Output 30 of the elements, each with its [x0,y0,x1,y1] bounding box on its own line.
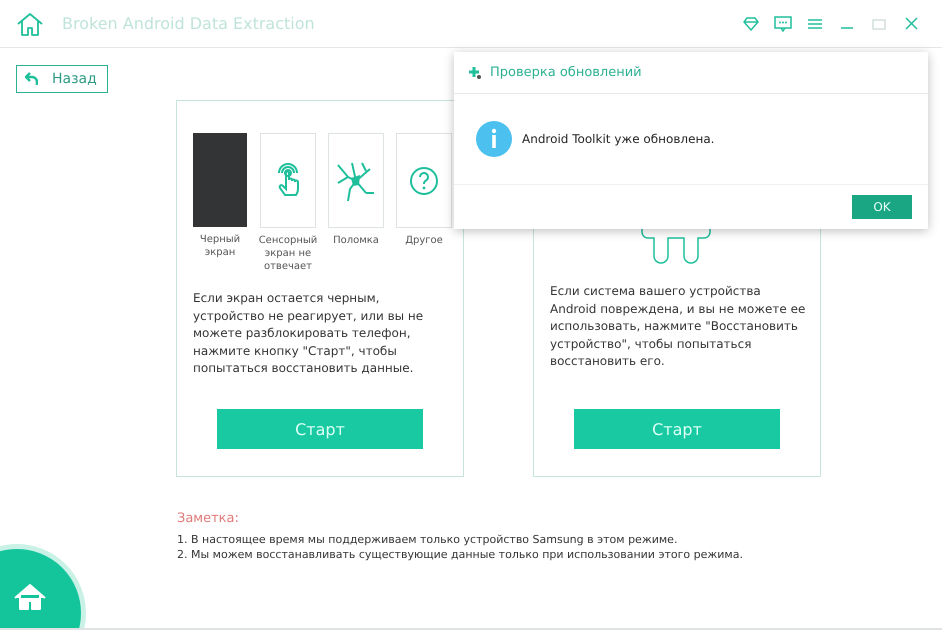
home-icon [13,583,47,611]
window-title: Broken Android Data Extraction [62,14,316,33]
issue-label: Черный экран [198,233,242,259]
dialog-message: Android Toolkit уже обновлена. [522,132,714,146]
info-icon [476,121,512,157]
description-text: Если система вашего устройства Android повреждена, и вы не можете ее использовать, нажмите "Восстановить устройство", чтобы попытаться восстановить его. [550,283,806,370]
back-button[interactable]: Назад [16,65,108,93]
issue-tile[interactable] [260,133,316,228]
issue-label: Сенсорный экран не отвечает [258,234,318,273]
back-arrow-icon [25,72,38,86]
ok-button[interactable]: OK [852,195,912,219]
home-icon[interactable] [16,10,44,36]
close-icon[interactable] [904,17,918,30]
description-text: Если экран остается черным, устройство не реагирует, или вы не можете разблокировать телефон, нажмите кнопку "Старт", чтобы попытаться восстановить данные. [193,290,424,377]
screen-thumbnail[interactable] [193,133,247,227]
start-button[interactable]: Старт [574,409,780,449]
dialog-title: Проверка обновлений [490,65,642,80]
note-item: 1. В настоящее время мы поддерживаем только устройство Samsung в этом режиме. [177,532,678,547]
issue-tile[interactable] [328,133,384,228]
chat-icon[interactable] [774,16,792,32]
start-button[interactable]: Старт [217,409,423,449]
note-item: 2. Мы можем восстанавливать существующие данные только при использовании этого режима. [177,547,744,562]
issue-tile[interactable] [396,133,452,228]
diamond-icon[interactable] [741,16,761,32]
issue-label: Поломка [332,234,380,247]
issue-label: Другое [404,234,444,247]
maximize-icon[interactable] [872,18,886,30]
question-mark-icon [408,164,440,196]
menu-icon[interactable] [807,16,823,30]
note-title: Заметка: [177,511,240,526]
